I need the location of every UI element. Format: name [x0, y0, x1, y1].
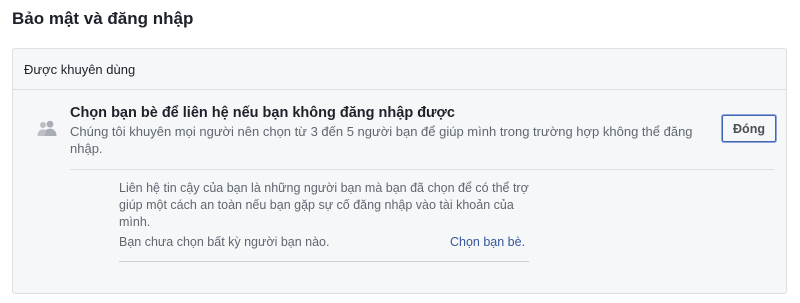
page-title: Bảo mật và đăng nhập	[12, 9, 194, 28]
divider	[70, 169, 774, 170]
choose-friends-link[interactable]: Chọn bạn bè.	[450, 235, 525, 249]
close-button[interactable]: Đóng	[722, 115, 776, 142]
friends-icon	[37, 120, 57, 136]
divider	[119, 261, 529, 262]
panel-header: Được khuyên dùng	[13, 49, 786, 90]
item-description: Chúng tôi khuyên mọi người nên chọn từ 3…	[70, 124, 693, 156]
trusted-contacts-description: Liên hệ tin cậy của bạn là những người b…	[119, 181, 529, 229]
panel-header-label: Được khuyên dùng	[24, 62, 136, 77]
item-title: Chọn bạn bè để liên hệ nếu bạn không đăn…	[70, 105, 455, 121]
recommended-panel: Được khuyên dùng Chọn bạn bè để liên hệ …	[12, 48, 787, 294]
trusted-contacts-status: Bạn chưa chọn bất kỳ người bạn nào.	[119, 235, 330, 249]
